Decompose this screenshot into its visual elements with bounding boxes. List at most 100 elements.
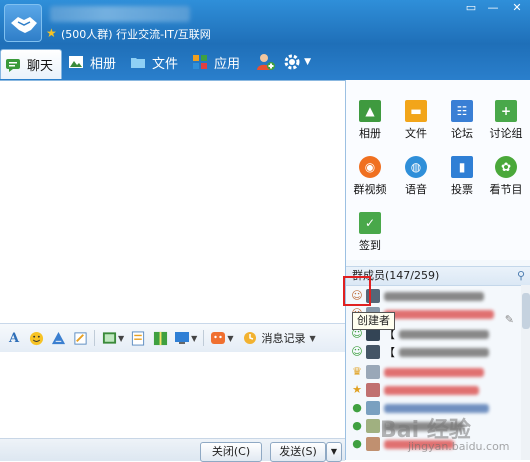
close-button[interactable]: 关闭(C) [200, 442, 262, 462]
app-album[interactable]: ▲ 相册 [348, 100, 392, 141]
star-icon: ★ [352, 383, 362, 396]
chevron-down-icon[interactable]: ▼ [118, 334, 124, 343]
window-controls: ▭ — ✕ [460, 0, 530, 18]
gift-icon[interactable] [152, 330, 168, 346]
list-item[interactable]: ☺ 【 [346, 343, 521, 361]
search-icon[interactable]: ⚲ [517, 267, 525, 285]
magic-emoji-icon[interactable] [210, 330, 226, 346]
close-window-button[interactable]: ✕ [504, 0, 530, 18]
avatar [366, 345, 380, 359]
font-icon[interactable]: A [6, 330, 22, 346]
member-name-blurred [384, 367, 484, 377]
forum-icon: ☷ [451, 100, 473, 122]
message-display-area[interactable] [0, 80, 345, 324]
chat-toolbar: A ▼ ▼ ▼ 消息记录 ▼ [0, 323, 345, 353]
gear-icon [284, 54, 300, 70]
bottom-bar: 关闭(C) 发送(S) ▼ [0, 438, 345, 462]
group-logo[interactable] [4, 4, 42, 42]
video-icon: ◉ [359, 156, 381, 178]
send-options-dropdown[interactable]: ▼ [326, 442, 342, 462]
app-forum[interactable]: ☷ 论坛 [440, 100, 484, 141]
app-label: 投票 [451, 183, 473, 196]
member-name-blurred [399, 347, 489, 357]
album-icon [69, 56, 84, 68]
scroll-thumb[interactable] [522, 293, 530, 329]
doodle-icon[interactable] [72, 330, 88, 346]
discussion-icon: + [495, 100, 517, 122]
chevron-down-icon[interactable]: ▼ [191, 334, 197, 343]
app-files[interactable]: ▬ 文件 [394, 100, 438, 141]
app-label: 讨论组 [489, 127, 523, 140]
app-grid: ▲ 相册 ▬ 文件 ☷ 论坛 + 讨论组 ◉ 群视频 ◍ 语音 ▮ 投票 ✿ 看 [346, 80, 530, 260]
app-vote[interactable]: ▮ 投票 [440, 156, 484, 197]
tab-chat[interactable]: 聊天 [0, 49, 63, 79]
tab-label: 聊天 [27, 59, 54, 74]
app-discussion[interactable]: + 讨论组 [484, 100, 528, 141]
restore-button[interactable]: ▭ [460, 0, 482, 18]
list-item[interactable]: ☺ [346, 287, 521, 305]
folder-icon: ▬ [405, 100, 427, 122]
group-name-blurred [50, 6, 190, 22]
window-header: ★ (500人群) 行业交流-IT/互联网 ▭ — ✕ 聊天 相册 文件 应用 … [0, 0, 530, 80]
add-member-button[interactable] [256, 49, 276, 75]
document-icon[interactable] [130, 330, 146, 346]
show-icon: ✿ [495, 156, 517, 178]
app-voice[interactable]: ◍ 语音 [394, 156, 438, 197]
app-label: 签到 [359, 239, 381, 252]
edit-icon[interactable]: ✎ [505, 313, 514, 326]
chevron-down-icon: ▼ [304, 57, 311, 67]
user-icon: ☺ [351, 345, 363, 358]
avatar [366, 365, 380, 379]
member-name-blurred [384, 309, 494, 319]
star-icon: ★ [46, 26, 57, 40]
avatar [366, 401, 380, 415]
tab-label: 文件 [152, 56, 179, 72]
send-button[interactable]: 发送(S) [270, 442, 326, 462]
tab-album[interactable]: 相册 [64, 49, 124, 75]
voice-icon: ◍ [405, 156, 427, 178]
watermark-url: jingyan.baidu.com [408, 440, 510, 453]
toolbar-divider [94, 330, 95, 346]
group-info: (500人群) 行业交流-IT/互联网 [61, 28, 211, 41]
tab-files[interactable]: 文件 [126, 49, 186, 75]
message-record-button[interactable]: 消息记录 ▼ [243, 330, 316, 346]
screen-capture-icon[interactable] [174, 330, 190, 346]
message-record-label: 消息记录 [261, 332, 306, 345]
message-input-area[interactable] [0, 352, 345, 438]
chevron-down-icon: ▼ [309, 333, 316, 343]
member-name-blurred [399, 329, 489, 339]
list-item[interactable]: ♛ [346, 363, 521, 381]
app-checkin[interactable]: ✓ 签到 [348, 212, 392, 253]
shake-icon[interactable] [50, 330, 66, 346]
app-show[interactable]: ✿ 看节目 [484, 156, 528, 197]
add-user-icon [257, 54, 276, 70]
chevron-down-icon[interactable]: ▼ [227, 334, 233, 343]
avatar [366, 437, 380, 451]
member-list-scrollbar[interactable] [521, 285, 530, 460]
member-list-header: 群成员(147/259) ⚲ [346, 266, 530, 286]
tab-apps[interactable]: 应用 [188, 49, 248, 75]
app-label: 看节目 [489, 183, 523, 196]
creator-highlight-box [343, 276, 371, 306]
list-item[interactable]: ★ [346, 381, 521, 399]
tab-label: 应用 [214, 56, 241, 72]
checkin-icon: ✓ [359, 212, 381, 234]
handshake-icon [11, 17, 37, 33]
user-icon: ● [352, 419, 362, 432]
clock-icon [244, 332, 257, 344]
app-label: 文件 [405, 127, 427, 140]
member-name-blurred [384, 385, 479, 395]
tab-label: 相册 [90, 56, 117, 72]
minimize-button[interactable]: — [482, 0, 504, 18]
user-icon: ● [352, 437, 362, 450]
toolbar-divider [203, 330, 205, 346]
app-label: 论坛 [451, 127, 473, 140]
app-label: 语音 [405, 183, 427, 196]
image-icon[interactable] [101, 330, 117, 346]
emoji-icon[interactable] [28, 330, 44, 346]
vote-icon: ▮ [451, 156, 473, 178]
side-panel: ▲ 相册 ▬ 文件 ☷ 论坛 + 讨论组 ◉ 群视频 ◍ 语音 ▮ 投票 ✿ 看 [345, 80, 530, 460]
settings-menu-button[interactable]: ▼ [282, 49, 311, 75]
avatar [366, 383, 380, 397]
app-group-video[interactable]: ◉ 群视频 [348, 156, 392, 197]
